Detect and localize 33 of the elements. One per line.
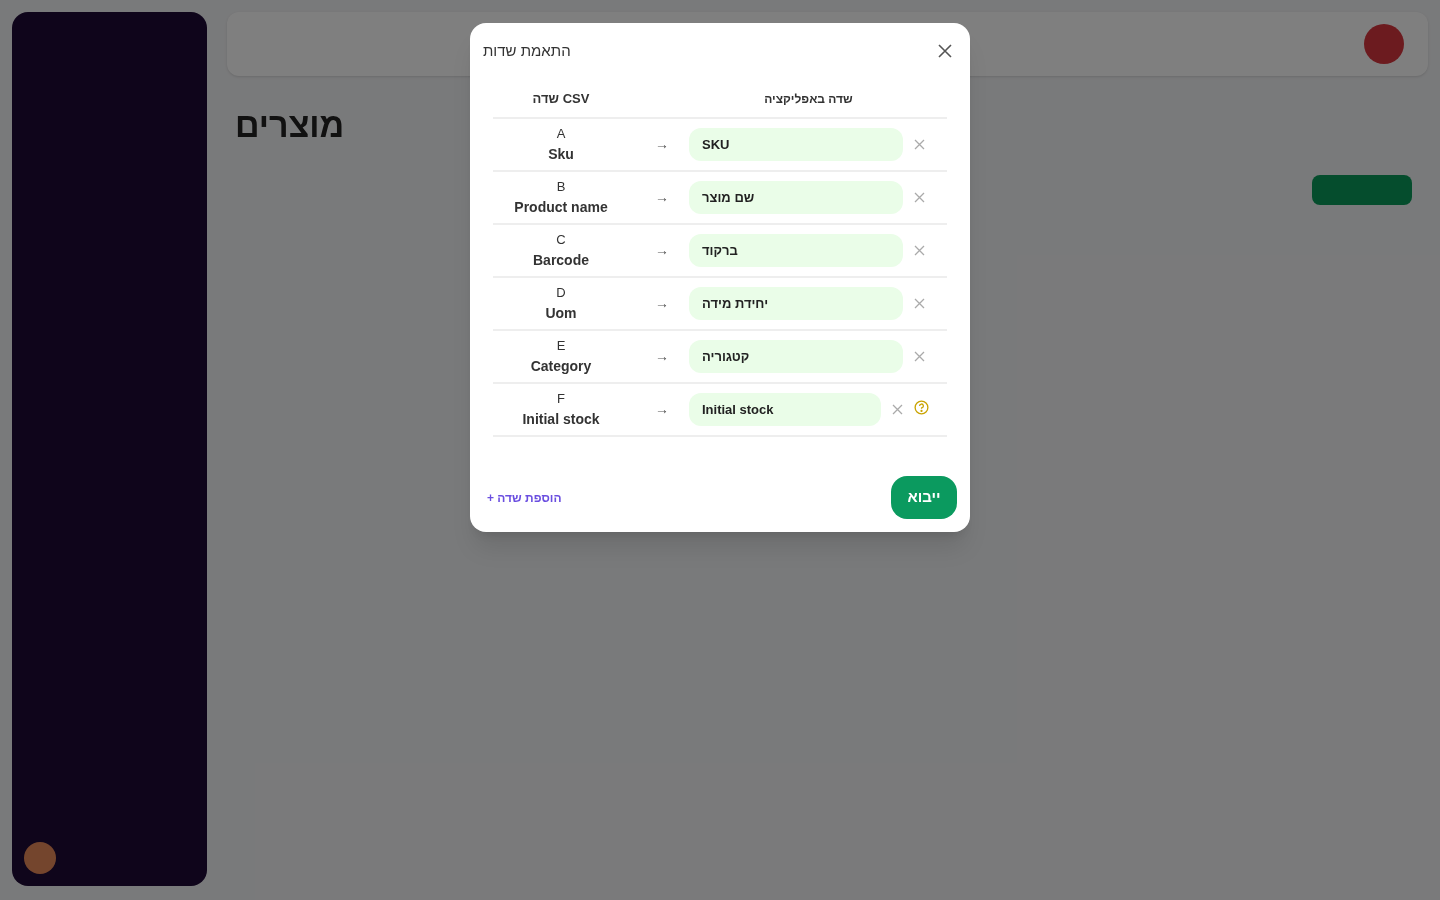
dialog-title: התאמת שדות (483, 40, 571, 61)
column-letter: F (557, 390, 565, 409)
column-letter: D (556, 284, 566, 303)
add-field-link[interactable]: + הוספת שדה (483, 488, 562, 507)
column-header: שדה CSV (531, 90, 591, 109)
arrow-icon: → (655, 187, 669, 208)
csv-field-name: Sku (548, 144, 574, 164)
csv-field-name: Initial stock (522, 409, 600, 429)
app-field-select[interactable]: ברקוד (689, 234, 903, 267)
csv-field-name: Product name (514, 197, 608, 217)
help-icon[interactable] (913, 399, 929, 416)
arrow-icon: → (655, 399, 669, 420)
csv-field-name: Category (530, 356, 592, 376)
column-letter: C (556, 231, 566, 250)
arrow-icon: → (655, 240, 669, 261)
column-header: שדה באפליקציה (763, 91, 854, 108)
avatar (1364, 24, 1404, 64)
arrow-icon: → (655, 293, 669, 314)
csv-field-name: Barcode (533, 250, 589, 270)
arrow-icon: → (655, 134, 669, 155)
app-field-select[interactable]: SKU (689, 128, 903, 161)
avatar (24, 842, 56, 874)
import-button[interactable]: ייבוא (891, 476, 957, 519)
app-field-select[interactable]: שם מוצר (689, 181, 903, 214)
app-field-select[interactable]: Initial stock (689, 393, 881, 426)
column-letter: E (556, 337, 566, 356)
arrow-icon: → (655, 346, 669, 367)
csv-field-name: Uom (545, 303, 577, 323)
column-letter: B (556, 178, 566, 197)
page-title: מוצרים (234, 105, 345, 146)
column-letter: A (556, 125, 566, 144)
app-field-select[interactable]: יחידת מידה (689, 287, 903, 320)
app-field-select[interactable]: קטגוריה (689, 340, 903, 373)
